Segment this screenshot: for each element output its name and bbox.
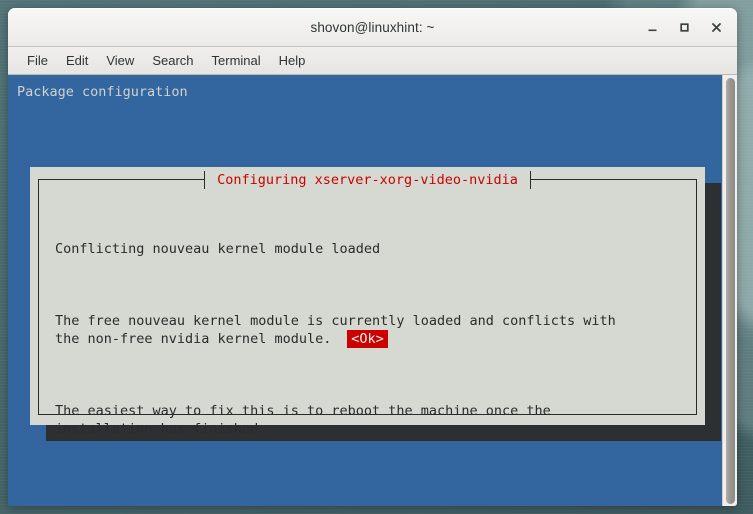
window-title: shovon@linuxhint: ~ xyxy=(310,20,435,35)
dialog-title-box: Configuring xserver-xorg-video-nvidia xyxy=(204,169,531,191)
dialog-title: Configuring xserver-xorg-video-nvidia xyxy=(217,172,518,188)
terminal-area: Package configuration Configuring xserve… xyxy=(8,75,737,506)
dialog-button-row: <Ok> xyxy=(39,330,696,348)
menu-item-help[interactable]: Help xyxy=(270,50,315,71)
menu-bar: File Edit View Search Terminal Help xyxy=(8,47,737,75)
minimize-button[interactable] xyxy=(637,14,667,42)
terminal-screen[interactable]: Package configuration Configuring xserve… xyxy=(8,75,722,506)
menu-item-view[interactable]: View xyxy=(97,50,143,71)
terminal-scrollbar[interactable] xyxy=(722,75,737,506)
dialog-frame: Configuring xserver-xorg-video-nvidia Co… xyxy=(38,169,697,437)
window-controls xyxy=(637,9,731,46)
terminal-window: shovon@linuxhint: ~ File Edit View Searc… xyxy=(8,8,737,506)
window-titlebar[interactable]: shovon@linuxhint: ~ xyxy=(8,8,737,47)
desktop-background: shovon@linuxhint: ~ File Edit View Searc… xyxy=(0,0,753,514)
menu-item-terminal[interactable]: Terminal xyxy=(203,50,270,71)
dialog-paragraph-heading: Conflicting nouveau kernel module loaded xyxy=(55,241,381,257)
menu-item-file[interactable]: File xyxy=(18,50,57,71)
menu-item-search[interactable]: Search xyxy=(143,50,202,71)
ok-button[interactable]: <Ok> xyxy=(347,330,388,348)
dialog-paragraph-fix: The easiest way to fix this is to reboot… xyxy=(55,403,551,437)
scrollbar-thumb[interactable] xyxy=(726,78,735,504)
package-configuration-header: Package configuration xyxy=(17,84,188,100)
close-button[interactable] xyxy=(701,14,731,42)
configuration-dialog: Configuring xserver-xorg-video-nvidia Co… xyxy=(30,167,705,437)
maximize-button[interactable] xyxy=(669,14,699,42)
menu-item-edit[interactable]: Edit xyxy=(57,50,97,71)
